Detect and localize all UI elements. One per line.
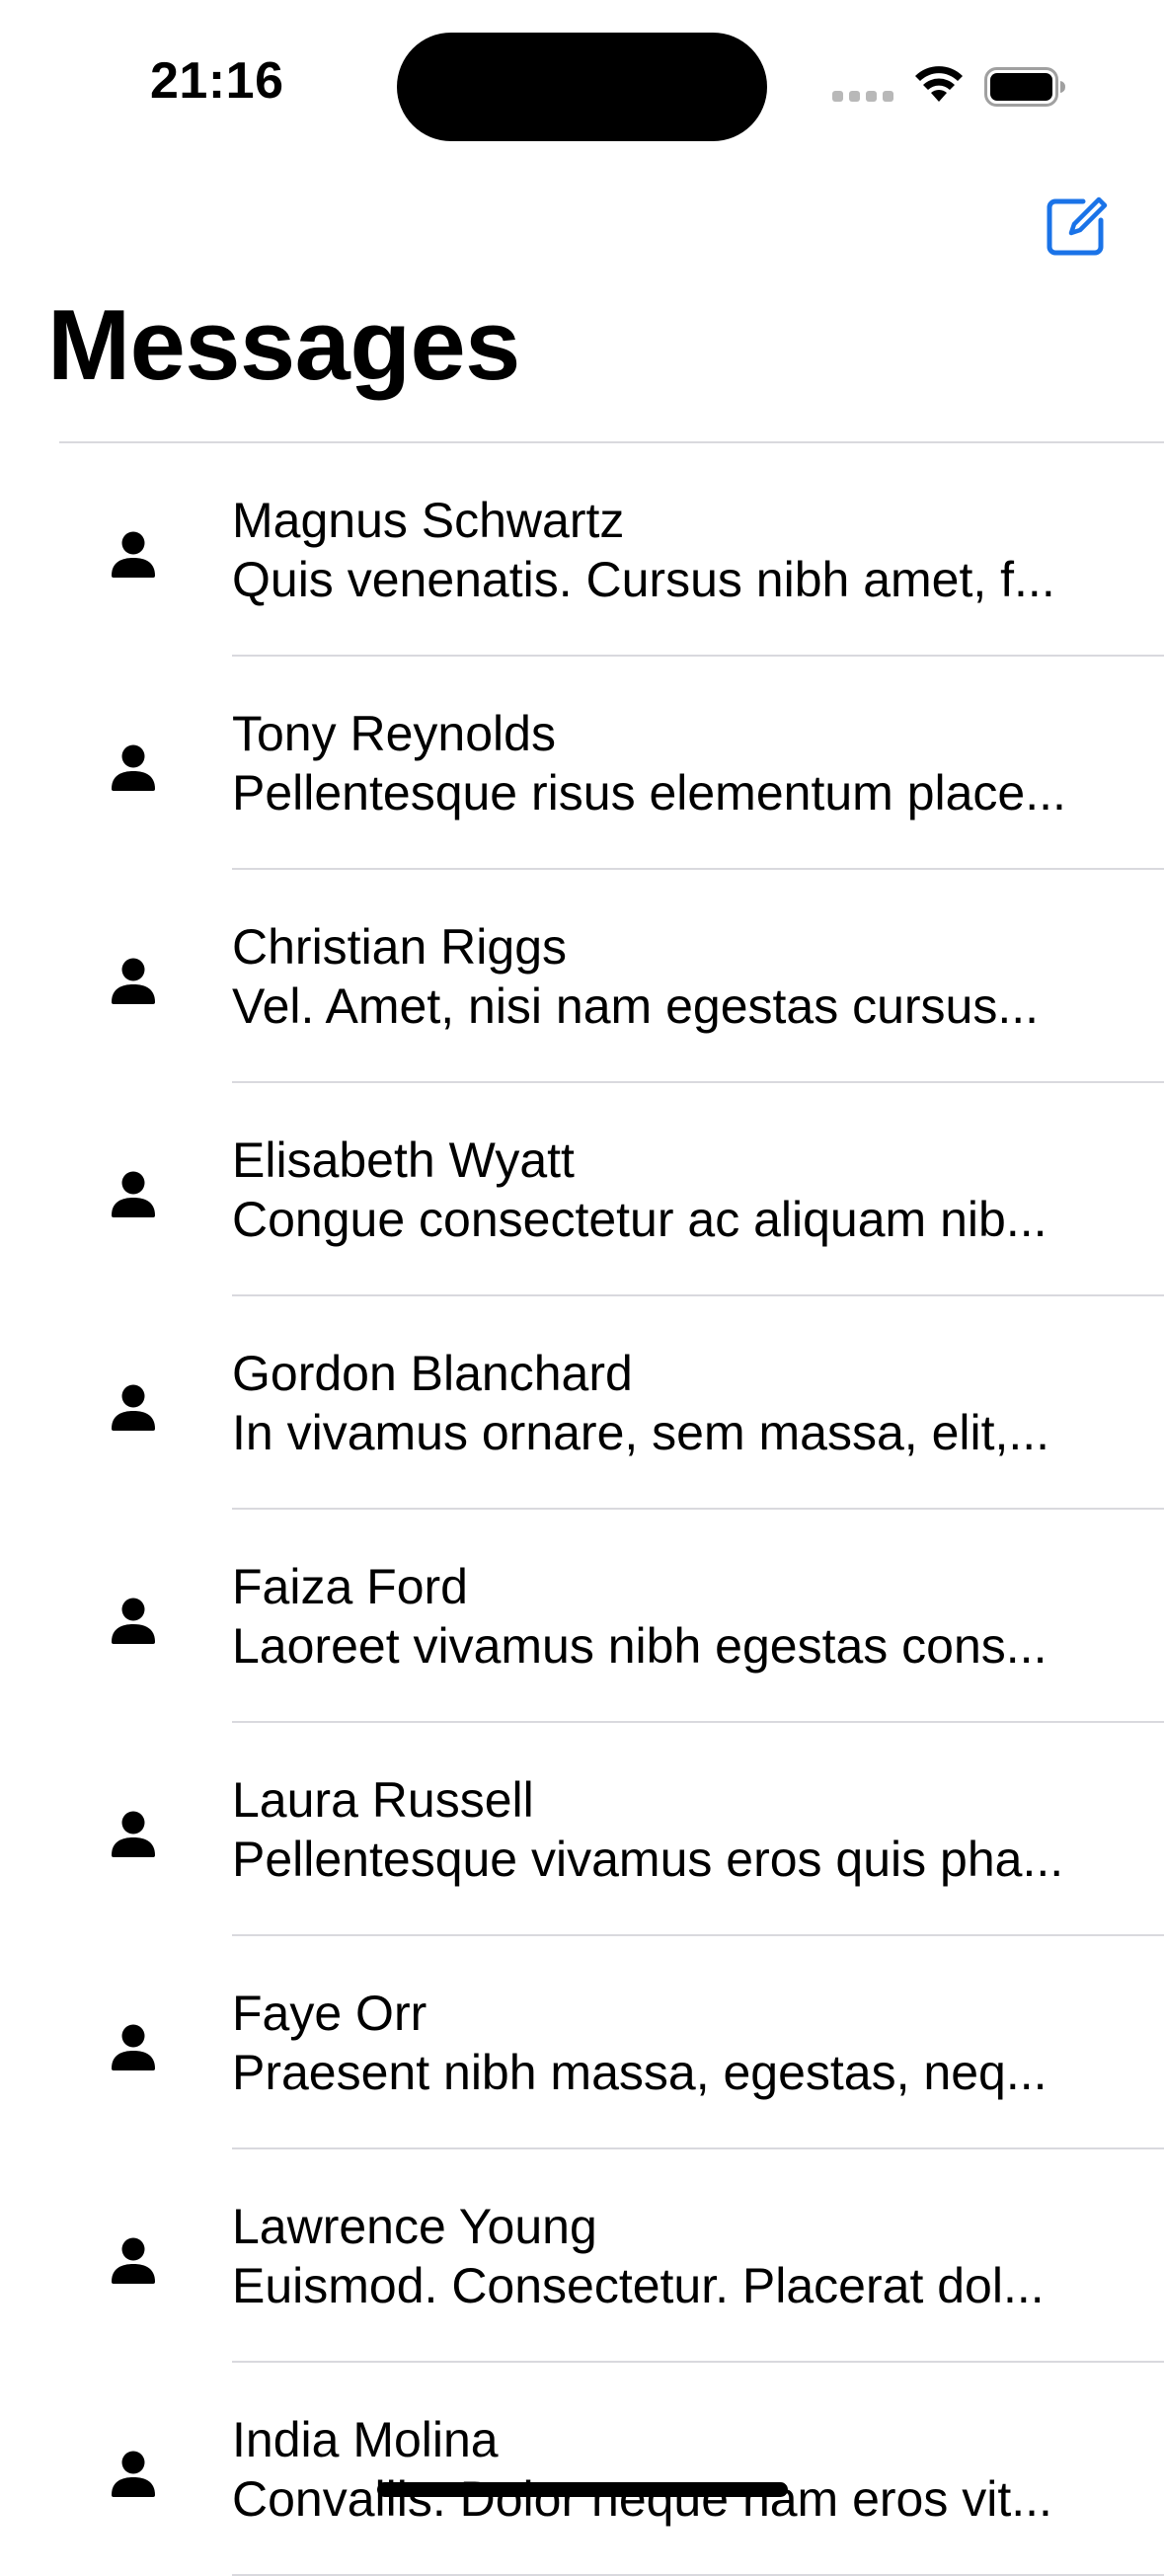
person-icon (112, 1171, 155, 1217)
message-preview: Quis venenatis. Cursus nibh amet, f... (232, 552, 1055, 607)
message-row[interactable]: Gordon Blanchard In vivamus ornare, sem … (0, 1296, 1164, 1510)
row-text: Magnus Schwartz Quis venenatis. Cursus n… (232, 491, 1081, 609)
cellular-signal-icon (832, 91, 893, 105)
dynamic-island (397, 33, 767, 141)
page-title: Messages (47, 290, 520, 401)
person-icon (112, 1384, 155, 1431)
message-preview: Pellentesque vivamus eros quis pha... (232, 1832, 1064, 1887)
message-row[interactable]: Magnus Schwartz Quis venenatis. Cursus n… (0, 443, 1164, 657)
person-icon (112, 531, 155, 578)
sender-name: Lawrence Young (232, 2199, 597, 2254)
message-list[interactable]: Magnus Schwartz Quis venenatis. Cursus n… (0, 443, 1164, 2576)
message-preview: Euismod. Consectetur. Placerat dol... (232, 2258, 1045, 2313)
person-icon (112, 1811, 155, 1857)
battery-icon (984, 67, 1065, 107)
person-icon (112, 2024, 155, 2070)
message-preview: Convallis. Dolor neque nam eros vit... (232, 2471, 1052, 2527)
compose-button[interactable] (1042, 192, 1111, 261)
person-icon (112, 744, 155, 791)
square-and-pencil-icon (1047, 196, 1108, 256)
person-icon (112, 958, 155, 1004)
sender-name: Magnus Schwartz (232, 493, 625, 548)
row-text: Tony Reynolds Pellentesque risus element… (232, 704, 1081, 822)
message-row[interactable]: Lawrence Young Euismod. Consectetur. Pla… (0, 2149, 1164, 2363)
message-preview: Pellentesque risus elementum place... (232, 765, 1066, 820)
person-icon (112, 2451, 155, 2497)
status-time: 21:16 (150, 52, 284, 110)
message-preview: Laoreet vivamus nibh egestas cons... (232, 1618, 1048, 1674)
message-preview: Vel. Amet, nisi nam egestas cursus... (232, 978, 1040, 1034)
row-text: Faye Orr Praesent nibh massa, egestas, n… (232, 1984, 1081, 2102)
row-text: Laura Russell Pellentesque vivamus eros … (232, 1770, 1081, 1889)
row-text: Elisabeth Wyatt Congue consectetur ac al… (232, 1131, 1081, 1249)
sender-name: Laura Russell (232, 1772, 534, 1828)
message-row[interactable]: Christian Riggs Vel. Amet, nisi nam eges… (0, 870, 1164, 1083)
sender-name: Christian Riggs (232, 919, 568, 975)
message-row[interactable]: Faiza Ford Laoreet vivamus nibh egestas … (0, 1510, 1164, 1723)
message-preview: Praesent nibh massa, egestas, neq... (232, 2045, 1048, 2100)
row-text: India Molina Convallis. Dolor neque nam … (232, 2410, 1081, 2529)
wifi-icon (915, 66, 963, 102)
message-row[interactable]: Faye Orr Praesent nibh massa, egestas, n… (0, 1936, 1164, 2149)
sender-name: Faiza Ford (232, 1559, 468, 1614)
message-row[interactable]: Elisabeth Wyatt Congue consectetur ac al… (0, 1083, 1164, 1296)
message-row[interactable]: Tony Reynolds Pellentesque risus element… (0, 657, 1164, 870)
row-text: Gordon Blanchard In vivamus ornare, sem … (232, 1344, 1081, 1462)
sender-name: Gordon Blanchard (232, 1346, 633, 1401)
message-row[interactable]: India Molina Convallis. Dolor neque nam … (0, 2363, 1164, 2576)
message-row[interactable]: Laura Russell Pellentesque vivamus eros … (0, 1723, 1164, 1936)
home-indicator[interactable] (377, 2482, 788, 2497)
message-preview: In vivamus ornare, sem massa, elit,... (232, 1405, 1050, 1460)
message-preview: Congue consectetur ac aliquam nib... (232, 1192, 1048, 1247)
sender-name: India Molina (232, 2412, 499, 2467)
status-bar: 21:16 (0, 0, 1164, 148)
row-text: Christian Riggs Vel. Amet, nisi nam eges… (232, 917, 1081, 1036)
row-text: Faiza Ford Laoreet vivamus nibh egestas … (232, 1557, 1081, 1676)
sender-name: Faye Orr (232, 1986, 427, 2041)
sender-name: Tony Reynolds (232, 706, 556, 761)
person-icon (112, 1598, 155, 1644)
person-icon (112, 2237, 155, 2284)
sender-name: Elisabeth Wyatt (232, 1132, 575, 1188)
row-text: Lawrence Young Euismod. Consectetur. Pla… (232, 2197, 1081, 2315)
